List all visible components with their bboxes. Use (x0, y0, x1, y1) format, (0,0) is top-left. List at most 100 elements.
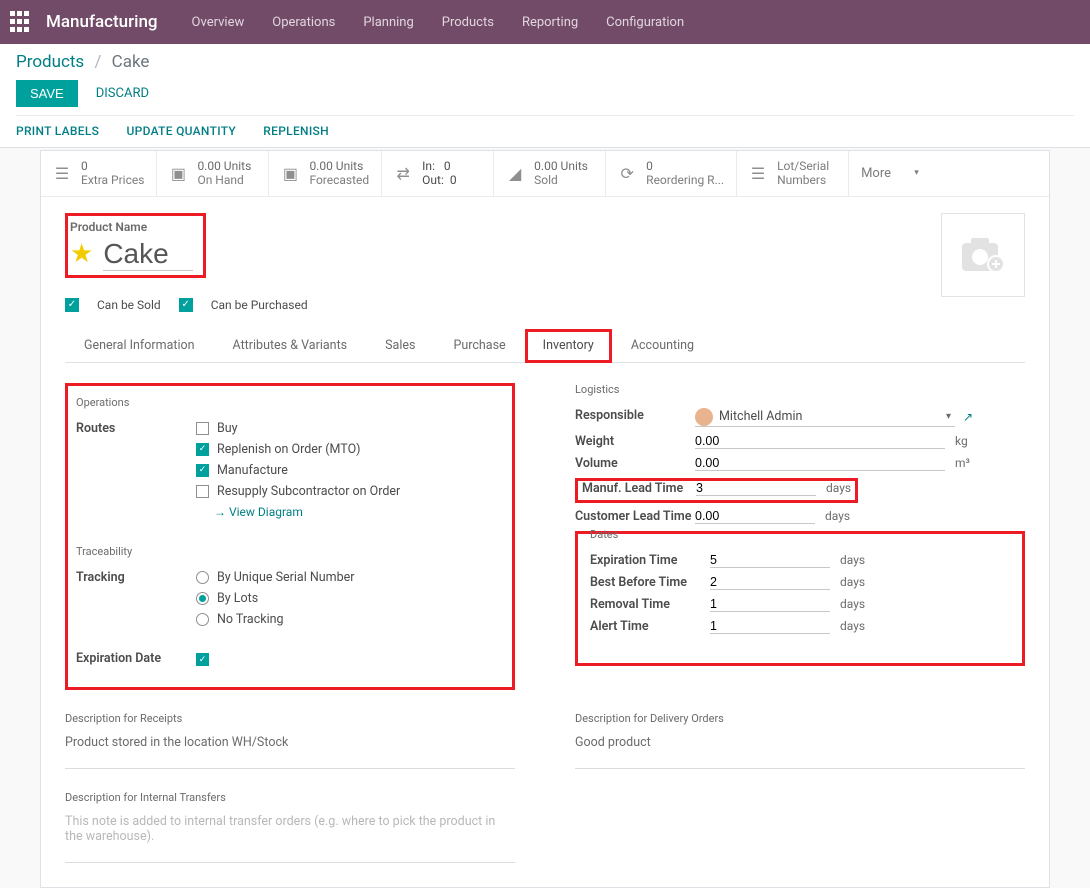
manuf-lead-time-label: Manuf. Lead Time (582, 481, 696, 496)
customer-lead-time-input[interactable] (695, 509, 815, 524)
dates-title: Dates (590, 528, 1010, 541)
favorite-star-icon[interactable]: ★ (70, 239, 93, 269)
arrow-right-icon: → (214, 505, 226, 519)
desc-delivery-title: Description for Delivery Orders (575, 712, 1025, 725)
volume-input[interactable] (695, 456, 945, 471)
route-buy-checkbox[interactable] (196, 422, 209, 435)
stat-buttons: ☰ 0Extra Prices ▣ 0.00 UnitsOn Hand ▣ 0.… (41, 151, 1049, 197)
can-be-sold-checkbox[interactable]: ✓ (65, 298, 79, 312)
tab-general-info[interactable]: General Information (65, 328, 214, 362)
desc-receipts-input[interactable]: Product stored in the location WH/Stock (65, 735, 515, 769)
tracking-lots-radio[interactable] (196, 592, 209, 605)
print-labels-button[interactable]: PRINT LABELS (16, 124, 99, 138)
tab-sales[interactable]: Sales (366, 328, 434, 362)
traceability-title: Traceability (76, 545, 500, 558)
product-name-block: Product Name ★ (65, 213, 206, 278)
cubes-icon: ▣ (169, 164, 187, 182)
refresh-icon: ⟳ (618, 164, 636, 182)
breadcrumb-current: Cake (112, 52, 150, 72)
stat-sold[interactable]: ◢ 0.00 UnitsSold (494, 151, 606, 196)
nav-overview[interactable]: Overview (192, 15, 245, 30)
avatar (695, 408, 713, 426)
camera-plus-icon (961, 237, 1005, 273)
nav-operations[interactable]: Operations (272, 15, 335, 30)
nav-reporting[interactable]: Reporting (522, 15, 578, 30)
desc-receipts-title: Description for Receipts (65, 712, 515, 725)
nav-planning[interactable]: Planning (363, 15, 413, 30)
view-diagram-link[interactable]: → View Diagram (214, 505, 303, 519)
routes-label: Routes (76, 421, 196, 436)
stat-more[interactable]: More ▾ (849, 151, 931, 196)
alert-time-input[interactable] (710, 619, 830, 634)
tab-accounting[interactable]: Accounting (612, 328, 713, 362)
stat-forecasted[interactable]: ▣ 0.00 UnitsForecasted (269, 151, 382, 196)
stat-reordering[interactable]: ⟳ 0Reordering R... (606, 151, 737, 196)
expiration-date-checkbox[interactable]: ✓ (196, 653, 209, 666)
exchange-icon: ⇄ (394, 164, 412, 182)
breadcrumb: Products / Cake (16, 52, 1074, 72)
route-manufacture-checkbox[interactable]: ✓ (196, 464, 209, 477)
weight-label: Weight (575, 434, 695, 449)
stat-extra-prices[interactable]: ☰ 0Extra Prices (41, 151, 157, 196)
dates-block: Dates Expiration Time days Best Before T… (575, 531, 1025, 666)
product-name-label: Product Name (70, 220, 193, 234)
tracking-none-radio[interactable] (196, 613, 209, 626)
volume-label: Volume (575, 456, 695, 471)
external-link-icon[interactable]: ↗ (963, 410, 973, 424)
best-before-time-label: Best Before Time (590, 575, 710, 590)
removal-time-label: Removal Time (590, 597, 710, 612)
desc-internal-title: Description for Internal Transfers (65, 791, 515, 804)
tab-attributes[interactable]: Attributes & Variants (214, 328, 367, 362)
tab-inventory[interactable]: Inventory (525, 329, 612, 363)
manuf-lead-time-block: Manuf. Lead Time days (575, 478, 858, 503)
apps-icon[interactable] (10, 11, 32, 33)
weight-input[interactable] (695, 434, 945, 449)
topbar: Manufacturing Overview Operations Planni… (0, 0, 1090, 44)
can-be-purchased-label: Can be Purchased (211, 298, 308, 312)
list-icon: ☰ (53, 164, 71, 182)
route-resupply-checkbox[interactable] (196, 485, 209, 498)
tracking-label: Tracking (76, 570, 196, 585)
tab-purchase[interactable]: Purchase (434, 328, 524, 362)
chevron-down-icon: ▾ (914, 168, 919, 178)
expiration-date-label: Expiration Date (76, 651, 196, 666)
barcode-icon: ☰ (749, 164, 767, 182)
stat-in-out[interactable]: ⇄ In: 0 Out: 0 (382, 151, 494, 196)
operations-title: Operations (76, 396, 500, 409)
product-image-upload[interactable] (941, 213, 1025, 297)
can-be-purchased-checkbox[interactable]: ✓ (179, 298, 193, 312)
chevron-down-icon: ▾ (946, 411, 951, 422)
nav-products[interactable]: Products (442, 15, 494, 30)
form-toolbar: PRINT LABELS UPDATE QUANTITY REPLENISH (16, 115, 1074, 147)
product-name-input[interactable] (103, 238, 193, 271)
discard-button[interactable]: DISCARD (96, 86, 149, 101)
breadcrumb-products[interactable]: Products (16, 52, 84, 72)
manuf-lead-time-input[interactable] (696, 481, 816, 496)
chart-icon: ◢ (506, 164, 524, 182)
expiration-time-label: Expiration Time (590, 553, 710, 568)
expiration-time-input[interactable] (710, 553, 830, 568)
stat-lot-serial[interactable]: ☰ Lot/SerialNumbers (737, 151, 849, 196)
customer-lead-time-label: Customer Lead Time (575, 509, 695, 524)
route-mto-checkbox[interactable]: ✓ (196, 443, 209, 456)
save-button[interactable]: SAVE (16, 80, 78, 107)
tabs: General Information Attributes & Variant… (65, 328, 1025, 363)
desc-delivery-input[interactable]: Good product (575, 735, 1025, 769)
cubes-icon: ▣ (281, 164, 299, 182)
logistics-title: Logistics (575, 383, 1025, 396)
responsible-select[interactable]: Mitchell Admin ▾ (695, 408, 955, 427)
operations-traceability-block: Operations Routes Buy ✓Replenish on Orde… (65, 383, 515, 691)
stat-on-hand[interactable]: ▣ 0.00 UnitsOn Hand (157, 151, 269, 196)
tracking-serial-radio[interactable] (196, 571, 209, 584)
replenish-button[interactable]: REPLENISH (263, 124, 329, 138)
form-sheet: ☰ 0Extra Prices ▣ 0.00 UnitsOn Hand ▣ 0.… (40, 150, 1050, 888)
alert-time-label: Alert Time (590, 619, 710, 634)
can-be-sold-label: Can be Sold (97, 298, 161, 312)
responsible-label: Responsible (575, 408, 695, 423)
best-before-time-input[interactable] (710, 575, 830, 590)
update-quantity-button[interactable]: UPDATE QUANTITY (126, 124, 236, 138)
app-title: Manufacturing (46, 12, 158, 32)
removal-time-input[interactable] (710, 597, 830, 612)
desc-internal-input[interactable]: This note is added to internal transfer … (65, 814, 515, 863)
nav-configuration[interactable]: Configuration (606, 15, 684, 30)
